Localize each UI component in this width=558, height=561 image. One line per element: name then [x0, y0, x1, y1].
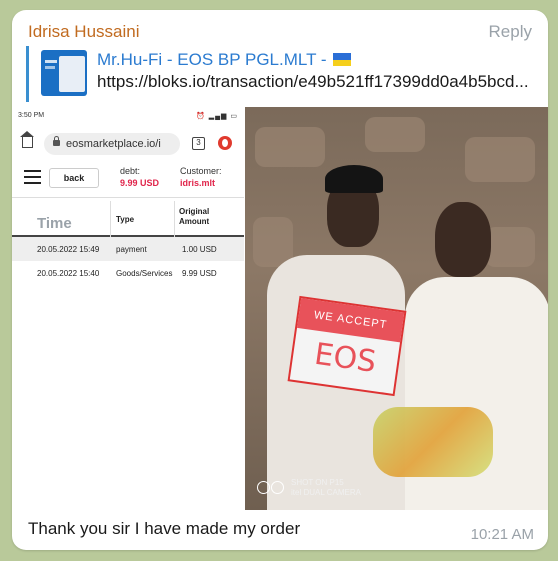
- tabs-count-icon: 3: [192, 137, 205, 150]
- menu-icon: [24, 170, 41, 188]
- sender-name[interactable]: Idrisa Hussaini: [28, 22, 140, 42]
- browser-menu-icon: [218, 136, 232, 150]
- grocery-bag: [373, 407, 493, 477]
- lock-icon: [53, 136, 60, 146]
- message-text: Thank you sir I have made my order: [28, 519, 301, 538]
- camera-watermark: SHOT ON P15 itel DUAL CAMERA: [291, 478, 361, 497]
- quoted-message[interactable]: Mr.Hu-Fi - EOS BP PGL.MLT - https://blok…: [26, 46, 536, 102]
- camera-watermark-icon: [257, 481, 287, 495]
- account-header: back debt: 9.99 USD Customer: idris.mlt: [12, 162, 244, 198]
- browser-address-bar: eosmarketplace.io/i 3: [12, 129, 244, 159]
- photo-image[interactable]: WE ACCEPT EOS SHOT ON P15 itel DUAL CAME…: [245, 107, 548, 510]
- home-icon: [20, 131, 34, 148]
- transactions-table: Time Type Original Amount 20.05.2022 15:…: [12, 201, 244, 285]
- customer-label: Customer:: [180, 166, 222, 176]
- debt-label: debt:: [120, 166, 141, 176]
- phone-status-bar: 3:50 PM ⏰ ▂▄▆ ▭: [18, 112, 238, 120]
- quote-title: Mr.Hu-Fi - EOS BP PGL.MLT -: [97, 50, 352, 70]
- message-bubble[interactable]: Idrisa Hussaini Reply Mr.Hu-Fi - EOS BP …: [12, 10, 548, 550]
- back-button: back: [49, 168, 99, 188]
- col-amount: Original Amount: [179, 207, 210, 226]
- url-field: eosmarketplace.io/i: [44, 133, 180, 155]
- eos-sign: WE ACCEPT EOS: [287, 295, 407, 397]
- table-row: 20.05.2022 15:40 Goods/Services 9.99 USD: [37, 269, 217, 278]
- cap: [325, 165, 383, 193]
- reply-button[interactable]: Reply: [489, 22, 532, 42]
- quote-thumbnail: [41, 50, 87, 96]
- debt-value: 9.99 USD: [120, 178, 160, 188]
- ukraine-flag-icon: [333, 53, 352, 66]
- col-type: Type: [116, 215, 135, 224]
- customer-value: idris.mlt: [180, 178, 216, 188]
- message-time: 10:21 AM: [470, 526, 534, 543]
- table-row: 20.05.2022 15:49 payment 1.00 USD: [12, 237, 244, 261]
- table-header: Time Type Original Amount: [12, 201, 244, 237]
- quote-url[interactable]: https://bloks.io/transaction/e49b521ff17…: [97, 72, 537, 92]
- screenshot-image[interactable]: 3:50 PM ⏰ ▂▄▆ ▭ eosmarketplace.io/i 3 ba…: [12, 107, 244, 510]
